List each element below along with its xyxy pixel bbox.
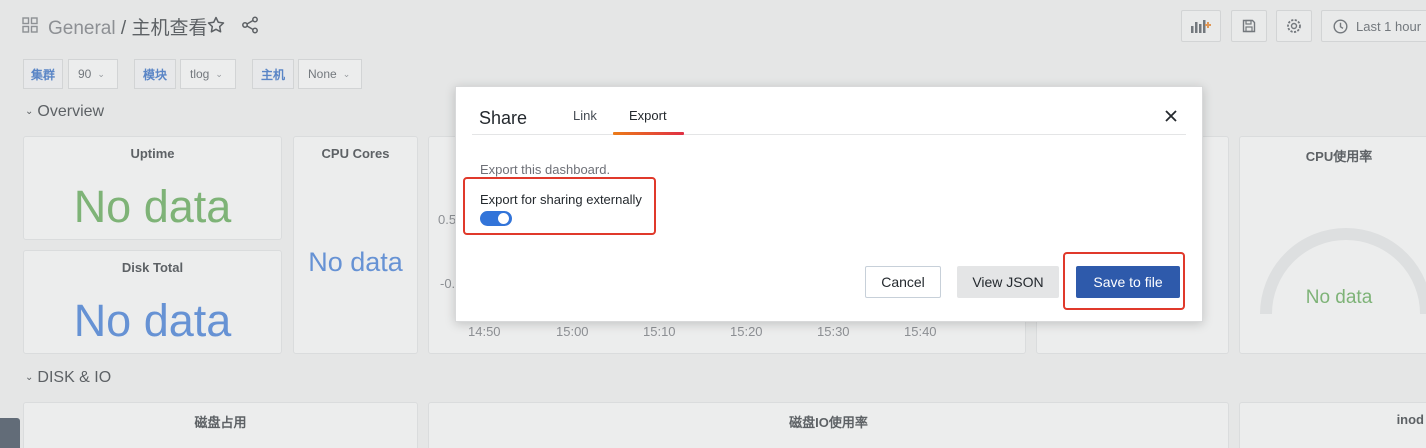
tab-link[interactable]: Link [573,108,597,123]
modal-header: Share Link Export [472,87,1186,135]
export-description: Export this dashboard. [480,162,611,177]
tab-active-indicator [613,132,684,135]
close-icon[interactable] [1163,108,1179,124]
modal-title: Share [479,108,528,128]
export-externally-toggle[interactable] [480,211,512,226]
tab-export[interactable]: Export [629,108,667,123]
view-json-button[interactable]: View JSON [957,266,1059,298]
export-externally-label: Export for sharing externally [480,192,642,207]
cancel-button[interactable]: Cancel [865,266,941,298]
toggle-knob [498,213,509,224]
share-modal: Share Link Export Export this dashboard.… [455,86,1203,322]
dashboard-page: General / 主机查看 Last 1 hour 集群 90 ⌄ 模块 tl… [0,0,1426,448]
save-to-file-button[interactable]: Save to file [1076,266,1180,298]
